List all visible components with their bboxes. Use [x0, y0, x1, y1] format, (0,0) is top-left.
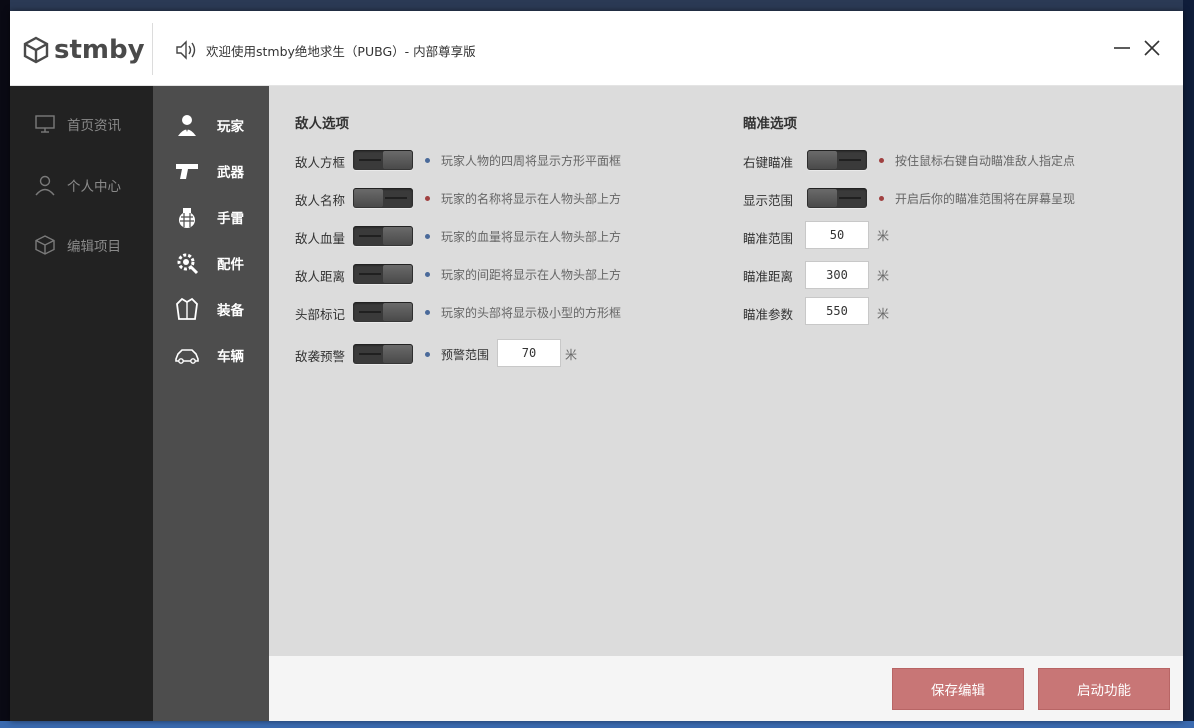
row-description: 玩家的血量将显示在人物头部上方	[441, 230, 622, 244]
grenade-icon	[179, 208, 195, 228]
row-label: 右键瞄准	[743, 155, 794, 170]
nav-item-label: 编辑项目	[67, 239, 121, 255]
minimize-button[interactable]	[1111, 37, 1133, 59]
row-label: 显示范围	[743, 193, 794, 208]
desktop-taskbar-strip	[0, 721, 1194, 728]
car-icon	[175, 349, 199, 364]
category-label: 手雷	[217, 211, 244, 227]
enemy-section-title: 敌人选项	[295, 116, 349, 132]
nav-item-profile[interactable]: 个人中心	[10, 165, 153, 205]
category-label: 车辆	[217, 349, 244, 365]
start-button[interactable]: 启动功能	[1038, 668, 1170, 710]
pistol-icon	[176, 164, 198, 179]
status-dot	[425, 234, 430, 239]
category-label: 配件	[217, 257, 244, 273]
category-attachment[interactable]: 配件	[153, 245, 269, 281]
warning-range-input[interactable]	[497, 339, 561, 367]
cube-icon	[35, 235, 55, 255]
welcome-message: 欢迎使用stmby绝地求生（PUBG）- 内部尊享版	[206, 44, 476, 59]
status-dot	[425, 158, 430, 163]
row-description: 开启后你的瞄准范围将在屏幕呈现	[895, 192, 1076, 206]
row-label: 瞄准参数	[743, 307, 794, 322]
category-weapon[interactable]: 武器	[153, 153, 269, 189]
category-label: 玩家	[217, 119, 244, 135]
enemy-warning-toggle[interactable]	[353, 344, 413, 364]
nav-item-edit-project[interactable]: 编辑项目	[10, 225, 153, 265]
right-click-aim-toggle[interactable]	[807, 150, 867, 170]
aim-range-input[interactable]	[805, 221, 869, 249]
app-window: stmby 欢迎使用stmby绝地求生（PUBG）- 内部尊享版 首页资讯 个人…	[10, 11, 1183, 721]
main-nav: 首页资讯 个人中心 编辑项目	[10, 86, 153, 721]
minimize-icon	[1114, 47, 1130, 49]
player-icon	[178, 115, 196, 136]
row-label: 瞄准范围	[743, 231, 794, 246]
row-label: 敌人血量	[295, 231, 346, 246]
category-vehicle[interactable]: 车辆	[153, 337, 269, 373]
user-icon	[35, 175, 55, 196]
category-equipment[interactable]: 装备	[153, 291, 269, 327]
close-button[interactable]	[1141, 37, 1163, 59]
unit-label: 米	[877, 229, 890, 243]
status-dot	[879, 158, 884, 163]
row-label: 瞄准距离	[743, 269, 794, 284]
logo-text: stmby	[54, 35, 145, 65]
row-label: 敌人方框	[295, 155, 346, 170]
status-dot	[879, 196, 884, 201]
gear-wrench-icon	[177, 253, 199, 275]
app-logo: stmby	[22, 33, 145, 67]
aim-distance-input[interactable]	[805, 261, 869, 289]
enemy-distance-toggle[interactable]	[353, 264, 413, 284]
settings-panel: 敌人选项 敌人方框 玩家人物的四周将显示方形平面框 敌人名称 玩家的名称将显示在…	[269, 86, 1183, 656]
row-description: 玩家的名称将显示在人物头部上方	[441, 192, 622, 206]
status-dot	[425, 310, 430, 315]
unit-label: 米	[565, 348, 578, 362]
aim-param-input[interactable]	[805, 297, 869, 325]
status-dot	[425, 272, 430, 277]
desktop-left-strip	[0, 0, 10, 728]
row-label: 敌袭预警	[295, 349, 346, 364]
unit-label: 米	[877, 307, 890, 321]
row-label: 敌人名称	[295, 193, 346, 208]
save-button[interactable]: 保存编辑	[892, 668, 1024, 710]
head-mark-toggle[interactable]	[353, 302, 413, 322]
aim-section-title: 瞄准选项	[743, 116, 797, 132]
category-label: 装备	[217, 303, 244, 319]
speaker-icon	[176, 40, 196, 60]
desktop-right-strip	[1183, 0, 1194, 728]
nav-item-home[interactable]: 首页资讯	[10, 104, 153, 144]
row-description: 玩家的间距将显示在人物头部上方	[441, 268, 622, 282]
unit-label: 米	[877, 269, 890, 283]
close-icon	[1144, 40, 1160, 56]
unity-logo-icon	[23, 36, 49, 64]
row-description: 玩家的头部将显示极小型的方形框	[441, 306, 622, 320]
title-divider	[152, 23, 153, 75]
enemy-name-toggle[interactable]	[353, 188, 413, 208]
action-footer: 保存编辑 启动功能	[269, 656, 1183, 721]
title-bar: stmby 欢迎使用stmby绝地求生（PUBG）- 内部尊享版	[10, 11, 1183, 86]
row-label: 敌人距离	[295, 269, 346, 284]
row-description: 按住鼠标右键自动瞄准敌人指定点	[895, 154, 1076, 168]
status-dot	[425, 196, 430, 201]
row-description: 玩家人物的四周将显示方形平面框	[441, 154, 622, 168]
status-dot	[425, 352, 430, 357]
enemy-box-toggle[interactable]	[353, 150, 413, 170]
nav-item-label: 首页资讯	[67, 118, 121, 134]
monitor-icon	[35, 115, 55, 133]
category-grenade[interactable]: 手雷	[153, 199, 269, 235]
category-sidebar: 玩家 武器 手雷 配件 装备 车辆	[153, 86, 269, 721]
category-player[interactable]: 玩家	[153, 107, 269, 143]
category-label: 武器	[217, 165, 244, 181]
enemy-health-toggle[interactable]	[353, 226, 413, 246]
vest-icon	[176, 297, 198, 320]
nav-item-label: 个人中心	[67, 179, 121, 195]
row-label: 头部标记	[295, 307, 346, 322]
show-range-toggle[interactable]	[807, 188, 867, 208]
warning-range-label: 预警范围	[441, 348, 490, 362]
